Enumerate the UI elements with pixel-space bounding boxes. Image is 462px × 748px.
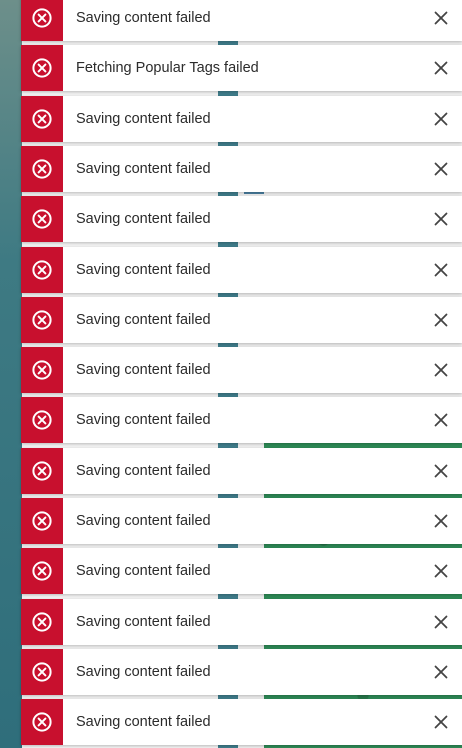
error-toast: Saving content failed [21,699,462,746]
error-toast: Saving content failed [21,145,462,192]
error-circle-x-icon [31,7,53,29]
close-toast-button[interactable] [420,397,462,443]
close-icon[interactable] [433,714,449,730]
error-toast: Saving content failed [21,296,462,343]
error-icon-area [21,447,63,494]
close-toast-button[interactable] [420,0,462,41]
toast-message: Saving content failed [76,160,211,177]
error-icon-area [21,347,63,394]
toast-message: Saving content failed [76,311,211,328]
close-icon[interactable] [433,664,449,680]
error-icon-area [21,296,63,343]
error-icon-area [21,196,63,243]
toast-message: Saving content failed [76,261,211,278]
error-icon-area [21,0,63,41]
error-icon-area [21,95,63,142]
close-toast-button[interactable] [420,146,462,192]
toast-message: Saving content failed [76,211,211,228]
close-icon[interactable] [433,161,449,177]
close-toast-button[interactable] [420,196,462,242]
error-icon-area [21,246,63,293]
close-icon[interactable] [433,10,449,26]
error-toast: Saving content failed [21,498,462,544]
close-icon[interactable] [433,463,449,479]
close-icon[interactable] [433,312,449,328]
toast-message: Saving content failed [76,714,211,731]
error-circle-x-icon [31,510,53,532]
toast-message: Saving content failed [76,663,211,680]
close-icon[interactable] [433,563,449,579]
close-toast-button[interactable] [420,548,462,594]
error-toast: Saving content failed [21,95,462,142]
error-toast: Saving content failed [21,447,462,494]
close-toast-button[interactable] [420,448,462,494]
close-toast-button[interactable] [420,599,462,645]
error-circle-x-icon [31,57,53,79]
error-icon-area [21,498,63,544]
error-toast: Saving content failed [21,548,462,595]
toast-message: Saving content failed [76,513,211,529]
toast-message: Saving content failed [76,362,211,379]
close-icon[interactable] [433,111,449,127]
toast-message: Saving content failed [76,110,211,127]
error-toast: Saving content failed [21,648,462,695]
toast-message: Saving content failed [76,613,211,630]
error-icon-area [21,45,63,92]
close-toast-button[interactable] [420,699,462,745]
error-icon-area [21,145,63,192]
error-toast: Saving content failed [21,598,462,645]
error-circle-x-icon [31,711,53,733]
close-icon[interactable] [433,412,449,428]
error-circle-x-icon [31,560,53,582]
close-icon[interactable] [433,262,449,278]
toast-message: Fetching Popular Tags failed [76,60,259,77]
close-icon[interactable] [433,513,449,529]
toast-message: Saving content failed [76,563,211,580]
toast-message: Saving content failed [76,462,211,479]
error-toast: Saving content failed [21,196,462,243]
error-circle-x-icon [31,460,53,482]
error-circle-x-icon [31,359,53,381]
error-toast: Saving content failed [21,397,462,444]
close-icon[interactable] [433,60,449,76]
error-circle-x-icon [31,108,53,130]
error-icon-area [21,397,63,444]
error-circle-x-icon [31,259,53,281]
error-icon-area [21,699,63,746]
toast-message: Saving content failed [76,10,211,26]
close-toast-button[interactable] [420,96,462,142]
close-toast-button[interactable] [420,247,462,293]
background-left-strip [0,0,22,748]
close-toast-button[interactable] [420,649,462,695]
toast-message: Saving content failed [76,412,211,429]
error-circle-x-icon [31,409,53,431]
error-toast: Saving content failed [21,347,462,394]
close-toast-button[interactable] [420,347,462,393]
error-circle-x-icon [31,309,53,331]
close-icon[interactable] [433,362,449,378]
error-toast: Saving content failed [21,246,462,293]
error-circle-x-icon [31,158,53,180]
close-icon[interactable] [433,614,449,630]
close-toast-button[interactable] [420,297,462,343]
error-toast: Saving content failed [21,0,462,41]
error-icon-area [21,598,63,645]
close-toast-button[interactable] [420,45,462,91]
error-circle-x-icon [31,611,53,633]
error-circle-x-icon [31,208,53,230]
close-icon[interactable] [433,211,449,227]
error-circle-x-icon [31,661,53,683]
error-icon-area [21,548,63,595]
close-toast-button[interactable] [420,498,462,544]
error-toast: Fetching Popular Tags failed [21,45,462,92]
error-icon-area [21,648,63,695]
